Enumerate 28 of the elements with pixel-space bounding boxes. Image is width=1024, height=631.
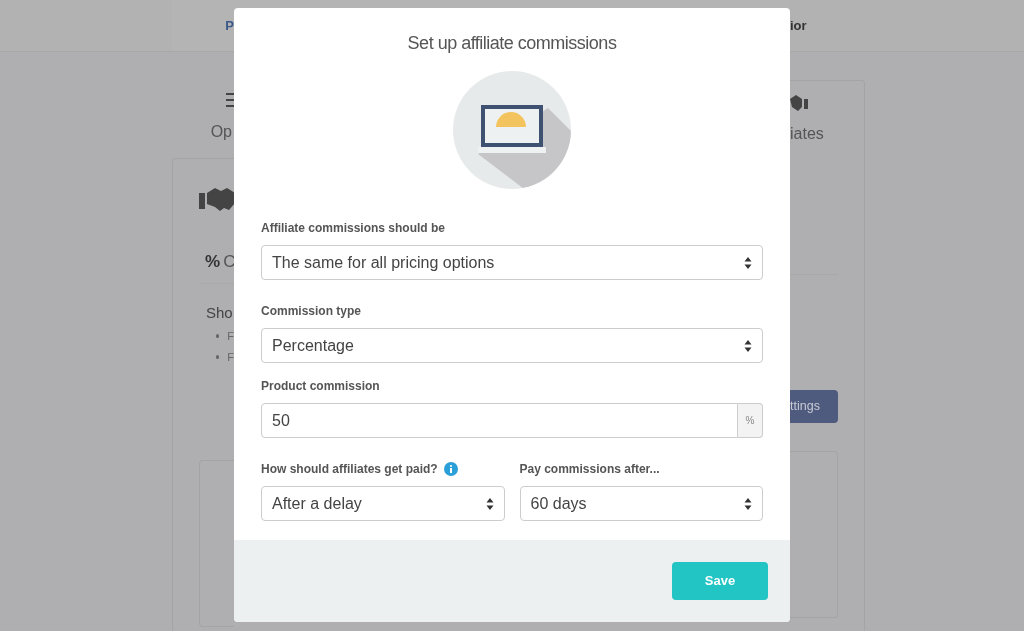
tab-label[interactable]: P <box>225 15 234 36</box>
field-label: Affiliate commissions should be <box>261 220 446 237</box>
field-label: Commission type <box>261 303 362 320</box>
option-label[interactable]: Op <box>210 120 232 144</box>
select-field[interactable]: The same for all pricing options <box>261 245 763 280</box>
input-field[interactable]: 50 <box>261 403 738 438</box>
section-heading: C <box>223 251 236 273</box>
section-text: Sho <box>205 302 234 323</box>
field-label: Product commission <box>261 378 380 395</box>
modal-title: Set up affiliate commissions <box>407 32 617 55</box>
select-arrows-icon <box>485 496 494 511</box>
list-icon <box>226 92 234 108</box>
select-field[interactable]: Percentage <box>261 328 763 363</box>
field-label: Pay commissions after... <box>519 461 660 478</box>
percent-addon: % <box>738 403 763 438</box>
select-field[interactable]: After a delay <box>261 486 505 521</box>
list-item-text: F <box>227 329 234 344</box>
select-arrows-icon <box>744 496 752 511</box>
info-icon[interactable] <box>443 462 458 476</box>
field-label: How should affiliates get paid? <box>261 461 438 478</box>
select-arrows-icon <box>744 338 752 353</box>
settings-button[interactable]: ttings <box>790 390 838 423</box>
option-label[interactable]: iates <box>790 122 864 146</box>
list-item-text: F <box>227 349 234 365</box>
select-arrows-icon <box>744 255 752 270</box>
percent-sign: % <box>205 251 221 273</box>
select-field[interactable]: 60 days <box>519 486 763 521</box>
tab-label[interactable]: ior <box>790 15 807 36</box>
